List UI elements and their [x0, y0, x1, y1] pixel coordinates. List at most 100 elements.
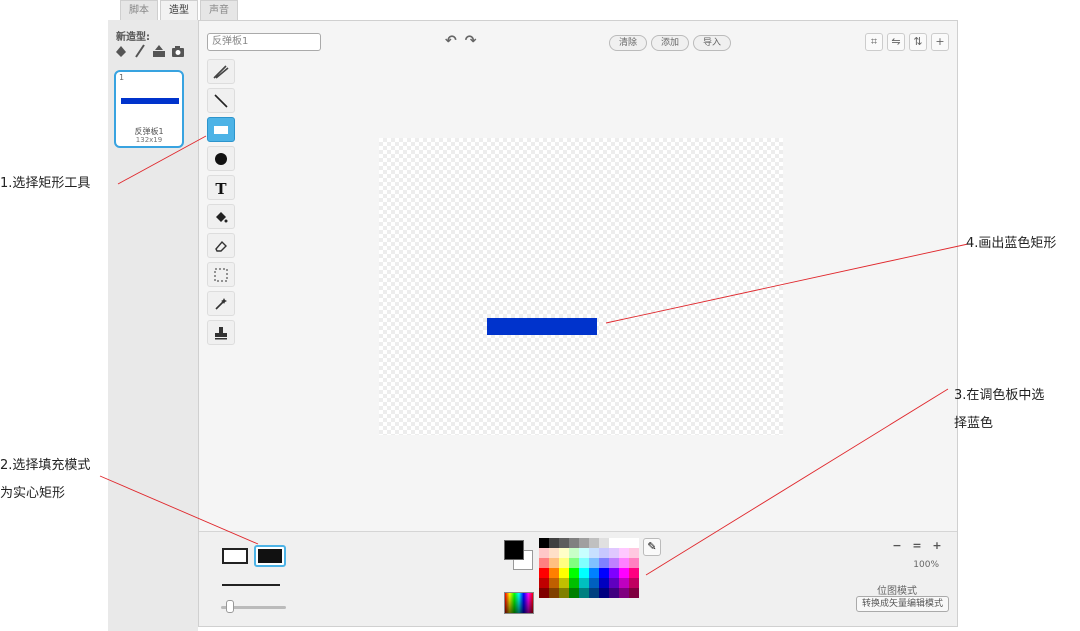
- brush-tool[interactable]: [207, 59, 235, 84]
- palette-swatch[interactable]: [599, 578, 609, 588]
- stamp-tool[interactable]: [207, 320, 235, 345]
- palette-swatch[interactable]: [619, 568, 629, 578]
- palette-swatch[interactable]: [539, 548, 549, 558]
- palette-swatch[interactable]: [569, 538, 579, 548]
- palette-swatch[interactable]: [629, 538, 639, 548]
- camera-icon[interactable]: [171, 43, 185, 57]
- fill-tool[interactable]: [207, 204, 235, 229]
- palette-swatch[interactable]: [559, 568, 569, 578]
- magic-wand-tool[interactable]: [207, 291, 235, 316]
- zoom-out-icon[interactable]: −: [889, 538, 905, 554]
- palette-swatch[interactable]: [579, 538, 589, 548]
- set-center-icon[interactable]: +: [931, 33, 949, 51]
- palette-swatch[interactable]: [549, 588, 559, 598]
- outline-mode-button[interactable]: [222, 548, 248, 564]
- palette-swatch[interactable]: [549, 568, 559, 578]
- palette-swatch[interactable]: [609, 548, 619, 558]
- palette-swatch[interactable]: [539, 568, 549, 578]
- solid-fill-mode-button[interactable]: [254, 545, 286, 567]
- palette-swatch[interactable]: [549, 548, 559, 558]
- palette-swatch[interactable]: [579, 568, 589, 578]
- tab-sounds[interactable]: 声音: [200, 0, 238, 20]
- palette-swatch[interactable]: [629, 558, 639, 568]
- text-tool[interactable]: T: [207, 175, 235, 200]
- palette-swatch[interactable]: [609, 558, 619, 568]
- line-tool[interactable]: [207, 88, 235, 113]
- palette-swatch[interactable]: [579, 588, 589, 598]
- palette-swatch[interactable]: [569, 588, 579, 598]
- palette-swatch[interactable]: [569, 578, 579, 588]
- palette-swatch[interactable]: [589, 578, 599, 588]
- palette-swatch[interactable]: [619, 558, 629, 568]
- color-spectrum-button[interactable]: [504, 592, 534, 614]
- zoom-reset-icon[interactable]: =: [909, 538, 925, 554]
- palette-swatch[interactable]: [569, 548, 579, 558]
- clear-button[interactable]: 清除: [609, 35, 648, 51]
- upload-costume-icon[interactable]: [152, 43, 166, 57]
- palette-swatch[interactable]: [599, 548, 609, 558]
- palette-swatch[interactable]: [609, 578, 619, 588]
- palette-swatch[interactable]: [599, 538, 609, 548]
- paint-new-costume-icon[interactable]: [114, 43, 128, 57]
- tab-scripts[interactable]: 脚本: [120, 0, 158, 20]
- palette-swatch[interactable]: [629, 588, 639, 598]
- palette-swatch[interactable]: [589, 568, 599, 578]
- costume-thumbnail[interactable]: 1 反弹板1 132x19: [114, 70, 184, 148]
- palette-swatch[interactable]: [579, 578, 589, 588]
- line-width-slider-knob[interactable]: [226, 600, 234, 613]
- palette-swatch[interactable]: [539, 538, 549, 548]
- palette-swatch[interactable]: [559, 548, 569, 558]
- palette-swatch[interactable]: [599, 558, 609, 568]
- palette-swatch[interactable]: [609, 538, 619, 548]
- palette-swatch[interactable]: [589, 538, 599, 548]
- palette-swatch[interactable]: [559, 588, 569, 598]
- palette-swatch[interactable]: [619, 548, 629, 558]
- palette-swatch[interactable]: [569, 558, 579, 568]
- palette-swatch[interactable]: [589, 548, 599, 558]
- palette-swatch[interactable]: [549, 578, 559, 588]
- palette-swatch[interactable]: [619, 588, 629, 598]
- palette-swatch[interactable]: [619, 538, 629, 548]
- eyedropper-icon[interactable]: ✎: [643, 538, 661, 556]
- palette-swatch[interactable]: [549, 558, 559, 568]
- palette-swatch[interactable]: [539, 558, 549, 568]
- redo-icon[interactable]: ↷: [465, 33, 477, 49]
- select-tool[interactable]: [207, 262, 235, 287]
- tab-costumes[interactable]: 造型: [160, 0, 198, 20]
- palette-swatch[interactable]: [599, 568, 609, 578]
- ellipse-tool[interactable]: [207, 146, 235, 171]
- rectangle-tool[interactable]: [207, 117, 235, 142]
- palette-swatch[interactable]: [589, 558, 599, 568]
- palette-swatch[interactable]: [579, 548, 589, 558]
- import-button[interactable]: 导入: [693, 35, 732, 51]
- palette-swatch[interactable]: [629, 548, 639, 558]
- palette-swatch[interactable]: [609, 568, 619, 578]
- drawing-canvas[interactable]: [379, 138, 783, 435]
- costume-name-input[interactable]: 反弹板1: [207, 33, 321, 51]
- palette-swatch[interactable]: [559, 538, 569, 548]
- flip-vertical-icon[interactable]: ⇅: [909, 33, 927, 51]
- eraser-tool[interactable]: [207, 233, 235, 258]
- palette-swatch[interactable]: [609, 588, 619, 598]
- undo-icon[interactable]: ↶: [445, 33, 457, 49]
- primary-color-swatch[interactable]: [504, 540, 524, 560]
- zoom-in-icon[interactable]: +: [929, 538, 945, 554]
- palette-swatch[interactable]: [619, 578, 629, 588]
- add-button[interactable]: 添加: [651, 35, 690, 51]
- palette-swatch[interactable]: [539, 578, 549, 588]
- flip-horizontal-icon[interactable]: ⇋: [887, 33, 905, 51]
- palette-swatch[interactable]: [629, 568, 639, 578]
- svg-text:T: T: [215, 180, 227, 196]
- palette-swatch[interactable]: [559, 558, 569, 568]
- palette-swatch[interactable]: [579, 558, 589, 568]
- palette-swatch[interactable]: [539, 588, 549, 598]
- palette-swatch[interactable]: [549, 538, 559, 548]
- palette-swatch[interactable]: [599, 588, 609, 598]
- crop-icon[interactable]: ⌗: [865, 33, 883, 51]
- palette-swatch[interactable]: [569, 568, 579, 578]
- convert-to-vector-button[interactable]: 转换成矢量编辑模式: [855, 596, 949, 612]
- palette-swatch[interactable]: [629, 578, 639, 588]
- palette-swatch[interactable]: [589, 588, 599, 598]
- choose-from-library-icon[interactable]: [133, 43, 147, 58]
- palette-swatch[interactable]: [559, 578, 569, 588]
